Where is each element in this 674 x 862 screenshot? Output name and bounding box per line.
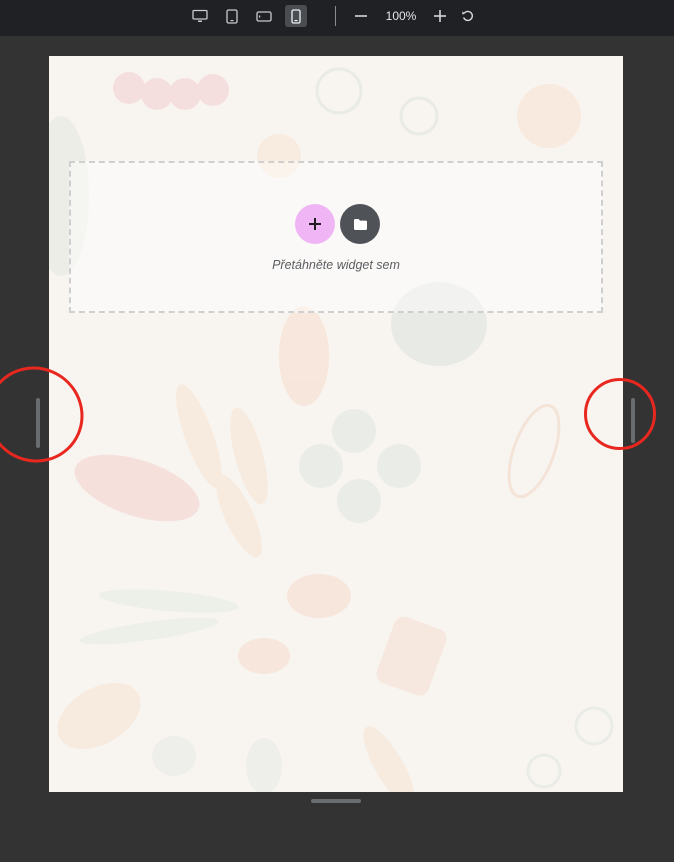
tablet-view-button[interactable]: [221, 5, 243, 27]
mobile-landscape-view-button[interactable]: [253, 5, 275, 27]
widget-dropzone[interactable]: Přetáhněte widget sem: [69, 161, 603, 313]
annotation-circle-right: [584, 378, 656, 450]
toolbar-divider: [335, 6, 336, 26]
tablet-icon: [226, 8, 238, 24]
add-template-button[interactable]: [340, 204, 380, 244]
plus-icon: [309, 218, 321, 230]
reset-icon: [462, 10, 473, 22]
bottom-resize-handle[interactable]: [311, 799, 361, 803]
page-canvas[interactable]: Přetáhněte widget sem: [49, 56, 623, 792]
mobile-view-button[interactable]: [285, 5, 307, 27]
reset-zoom-button[interactable]: [459, 7, 477, 25]
zoom-out-button[interactable]: [352, 7, 370, 25]
folder-icon: [353, 218, 367, 230]
responsive-toolbar: 100%: [0, 0, 674, 36]
zoom-in-button[interactable]: [431, 7, 449, 25]
add-widget-button[interactable]: [295, 204, 335, 244]
desktop-view-button[interactable]: [189, 5, 211, 27]
mobile-landscape-icon: [256, 10, 272, 22]
zoom-level: 100%: [385, 9, 417, 23]
minus-icon: [355, 15, 367, 17]
desktop-icon: [192, 9, 208, 22]
mobile-icon: [291, 8, 301, 24]
dropzone-hint: Přetáhněte widget sem: [272, 258, 400, 272]
plus-icon: [434, 10, 446, 22]
